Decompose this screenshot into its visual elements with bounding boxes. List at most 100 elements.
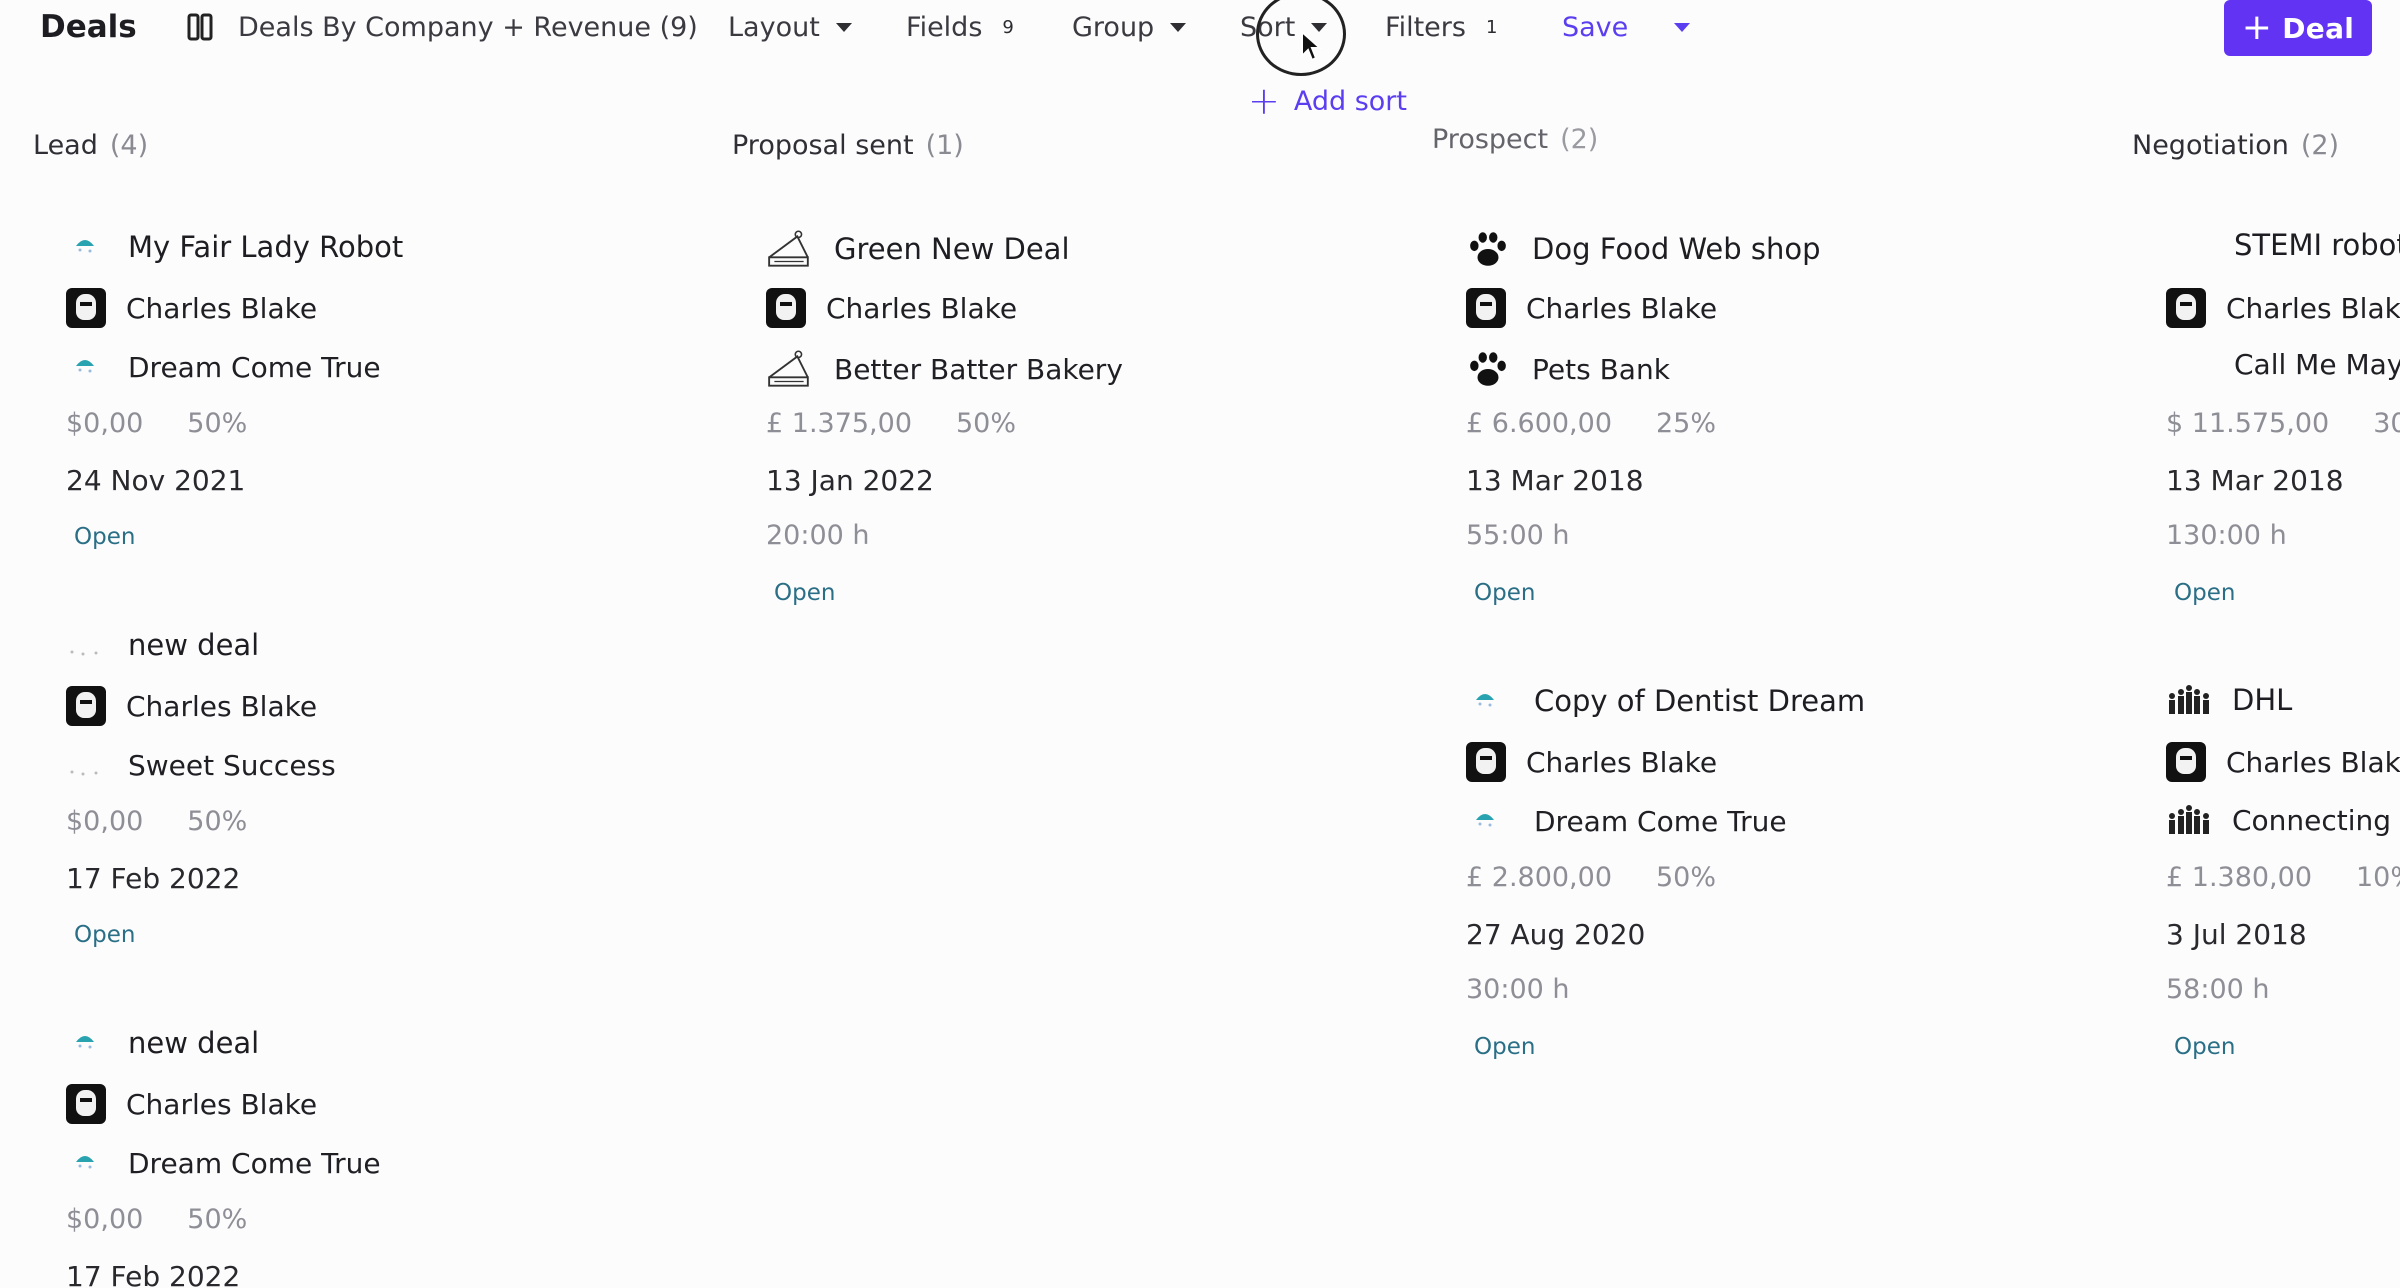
status-badge: Open	[2174, 580, 2236, 606]
deal-owner: Charles Blake	[1526, 291, 1718, 325]
umbrella-icon	[76, 240, 94, 253]
deal-duration: 58:00 h	[2166, 974, 2270, 1005]
avatar	[66, 288, 106, 328]
deal-date: 13 Jan 2022	[766, 464, 934, 497]
board-view-icon	[187, 13, 213, 41]
column-header-lead: Lead (4)	[33, 130, 149, 161]
dots-icon	[70, 770, 98, 776]
deal-amount: $0,00	[66, 408, 144, 439]
umbrella-icon	[1476, 694, 1494, 707]
avatar	[66, 686, 106, 726]
deal-amount: $0,00	[66, 806, 144, 837]
chevron-down-icon	[835, 22, 852, 32]
chevron-down-icon	[1170, 22, 1187, 32]
deal-amount: £ 6.600,00	[1466, 408, 1612, 439]
deal-date: 3 Jul 2018	[2166, 918, 2307, 951]
filters-count: 1	[1485, 16, 1498, 38]
deal-date: 24 Nov 2021	[66, 464, 246, 497]
deal-title: Copy of Dentist Dream	[1534, 684, 1866, 718]
paw-icon	[1470, 352, 1506, 386]
save-options-button[interactable]	[1660, 0, 1690, 54]
cake-icon	[768, 230, 809, 267]
column-header-proposal-sent: Proposal sent (1)	[732, 130, 964, 161]
crowd-icon	[2169, 805, 2209, 834]
deal-title: STEMI robot	[2234, 228, 2400, 262]
deal-duration: 55:00 h	[1466, 520, 1570, 551]
deal-owner: Charles Blake	[826, 291, 1018, 325]
umbrella-icon	[76, 1036, 94, 1049]
avatar	[1466, 742, 1506, 782]
umbrella-icon	[1476, 814, 1494, 827]
deal-probability: 50%	[187, 1204, 248, 1235]
deal-duration: 20:00 h	[766, 520, 870, 551]
avatar	[1466, 288, 1506, 328]
deal-duration: 30:00 h	[1466, 974, 1570, 1005]
deal-probability: 30%	[2373, 408, 2400, 439]
fields-button[interactable]: Fields 9	[906, 0, 1014, 54]
deal-date: 13 Mar 2018	[2166, 464, 2344, 497]
add-deal-button[interactable]: + Deal	[2224, 0, 2372, 56]
fields-label: Fields	[906, 11, 983, 43]
deal-owner: Charles Blake	[126, 689, 318, 723]
deal-company: Dream Come True	[128, 350, 381, 384]
filters-label: Filters	[1385, 11, 1466, 43]
deal-probability: 10%	[2356, 862, 2400, 893]
page-title: Deals	[40, 9, 137, 45]
status-badge: Open	[2174, 1034, 2236, 1060]
status-badge: Open	[774, 580, 836, 606]
paw-icon	[1470, 232, 1506, 266]
column-header-prospect: Prospect (2)	[1432, 124, 1599, 155]
deal-owner: Charles Blake	[1526, 745, 1718, 779]
deal-probability: 50%	[956, 408, 1017, 439]
deal-title: My Fair Lady Robot	[128, 230, 404, 264]
deal-probability: 50%	[187, 408, 248, 439]
deal-owner: Charles Blake	[126, 1087, 318, 1121]
deal-date: 13 Mar 2018	[1466, 464, 1644, 497]
avatar	[2166, 742, 2206, 782]
deal-title: new deal	[128, 1026, 260, 1060]
deal-company: Better Batter Bakery	[834, 352, 1123, 386]
chevron-down-icon	[1674, 22, 1690, 32]
deal-amount: $0,00	[66, 1204, 144, 1235]
deal-owner: Charles Blake	[2226, 291, 2400, 325]
deal-company: Connecting P	[2232, 803, 2400, 837]
umbrella-icon	[76, 360, 94, 373]
filters-button[interactable]: Filters 1	[1385, 0, 1497, 54]
deal-duration: 130:00 h	[2166, 520, 2287, 551]
avatar	[766, 288, 806, 328]
add-deal-label: Deal	[2282, 11, 2355, 45]
add-sort-button[interactable]: + Add sort	[1248, 82, 1407, 120]
umbrella-icon	[76, 1156, 94, 1169]
deal-date: 17 Feb 2022	[66, 862, 241, 895]
deal-date: 27 Aug 2020	[1466, 918, 1646, 951]
status-badge: Open	[74, 524, 136, 550]
save-label: Save	[1562, 11, 1629, 43]
view-selector[interactable]: Deals By Company + Revenue (9)	[186, 0, 698, 54]
cake-icon	[768, 350, 809, 387]
deal-company: Dream Come True	[1534, 804, 1787, 838]
deal-title: Dog Food Web shop	[1532, 232, 1821, 266]
deal-amount: £ 1.380,00	[2166, 862, 2312, 893]
group-button[interactable]: Group	[1072, 0, 1187, 54]
deal-company: Sweet Success	[128, 748, 336, 782]
toolbar: Deals Deals By Company + Revenue (9) Lay…	[0, 0, 2400, 58]
layout-label: Layout	[728, 11, 820, 43]
deal-owner: Charles Blake	[126, 291, 318, 325]
deal-probability: 25%	[1656, 408, 1717, 439]
deal-company: Pets Bank	[1532, 352, 1670, 386]
deal-date: 17 Feb 2022	[66, 1260, 241, 1288]
status-badge: Open	[74, 922, 136, 948]
avatar	[2166, 288, 2206, 328]
add-sort-label: Add sort	[1293, 85, 1407, 117]
deal-company: Call Me Mayb	[2234, 348, 2400, 381]
save-button[interactable]: Save	[1562, 0, 1628, 54]
status-badge: Open	[1474, 580, 1536, 606]
deal-title: DHL	[2232, 683, 2293, 717]
deal-amount: £ 2.800,00	[1466, 862, 1612, 893]
deal-probability: 50%	[1656, 862, 1717, 893]
deal-amount: £ 1.375,00	[766, 408, 912, 439]
group-label: Group	[1072, 11, 1155, 43]
plus-icon: +	[2241, 7, 2273, 48]
layout-button[interactable]: Layout	[728, 0, 852, 54]
fields-count: 9	[1002, 16, 1014, 38]
